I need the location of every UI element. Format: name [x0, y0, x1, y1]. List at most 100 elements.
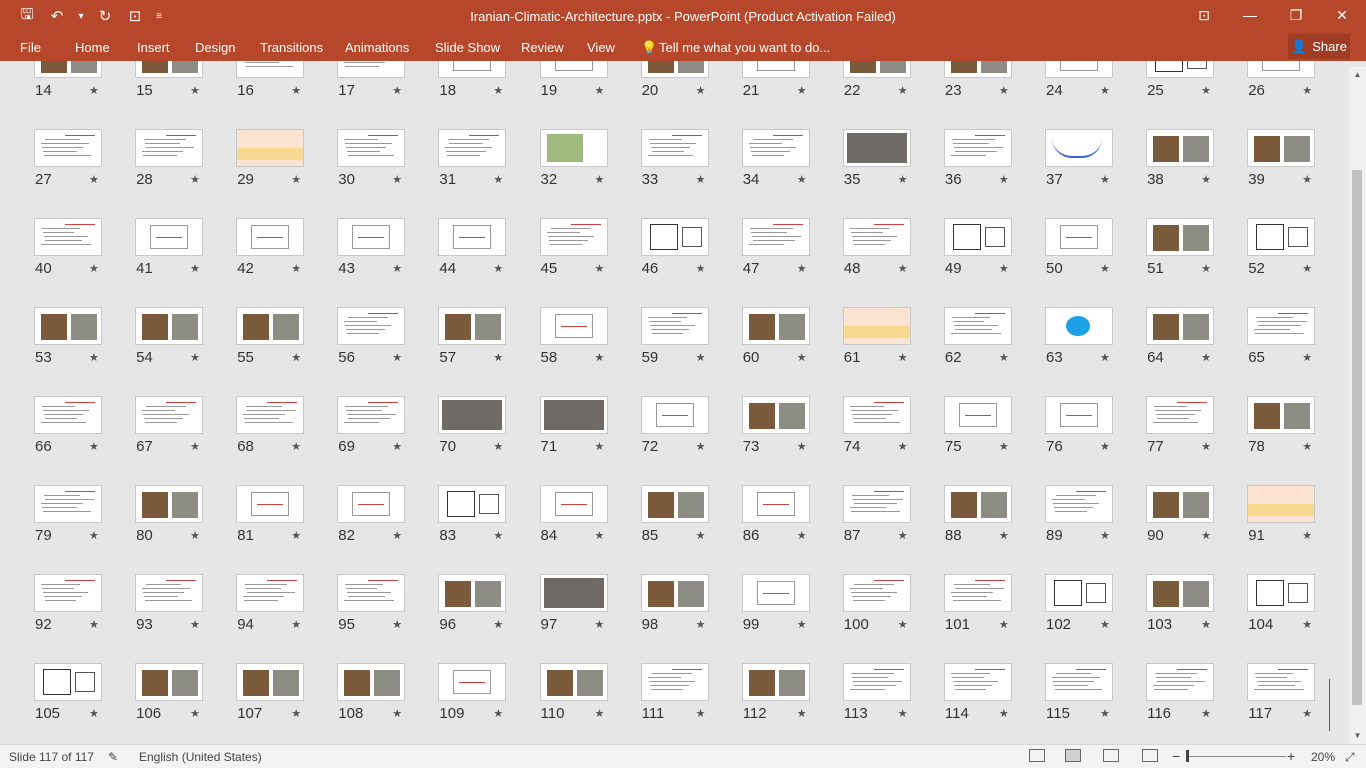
slide-thumbnail[interactable]: 82 ★: [303, 482, 406, 571]
slide-thumbnail[interactable]: 39 ★: [1213, 126, 1316, 215]
transition-star-icon[interactable]: ★: [797, 84, 807, 97]
slide-thumbnail[interactable]: 42 ★: [202, 215, 305, 304]
slide-preview[interactable]: [943, 129, 1012, 167]
transition-star-icon[interactable]: ★: [797, 618, 807, 631]
slide-preview[interactable]: [640, 663, 709, 701]
transition-star-icon[interactable]: ★: [291, 707, 301, 720]
slide-preview[interactable]: [438, 574, 507, 612]
slide-preview[interactable]: [135, 218, 204, 256]
tab-insert[interactable]: Insert: [137, 40, 170, 55]
slide-preview[interactable]: [640, 396, 709, 434]
slide-thumbnail[interactable]: 72 ★: [607, 393, 709, 482]
transition-star-icon[interactable]: ★: [595, 618, 605, 631]
slide-preview[interactable]: [741, 129, 810, 167]
transition-star-icon[interactable]: ★: [696, 440, 706, 453]
slide-preview[interactable]: [337, 396, 406, 434]
transition-star-icon[interactable]: ★: [190, 707, 200, 720]
slide-thumbnail[interactable]: 31 ★: [404, 126, 507, 215]
transition-star-icon[interactable]: ★: [696, 351, 706, 364]
slide-preview[interactable]: [943, 663, 1012, 701]
slide-preview[interactable]: [1247, 485, 1316, 523]
slide-preview[interactable]: [34, 61, 102, 78]
slide-preview[interactable]: [741, 485, 810, 523]
slide-preview[interactable]: [438, 129, 507, 167]
slide-preview[interactable]: [640, 218, 709, 256]
transition-star-icon[interactable]: ★: [696, 173, 706, 186]
zoom-slider[interactable]: [1186, 756, 1286, 757]
transition-star-icon[interactable]: ★: [1302, 351, 1312, 364]
slide-thumbnail[interactable]: 41 ★: [101, 215, 204, 304]
transition-star-icon[interactable]: ★: [999, 173, 1009, 186]
minimize-icon[interactable]: —: [1227, 0, 1273, 30]
transition-star-icon[interactable]: ★: [291, 618, 301, 631]
transition-star-icon[interactable]: ★: [1100, 529, 1110, 542]
slide-preview[interactable]: [640, 307, 709, 345]
transition-star-icon[interactable]: ★: [1100, 707, 1110, 720]
slide-thumbnail[interactable]: 116 ★: [1112, 660, 1215, 744]
transition-star-icon[interactable]: ★: [696, 262, 706, 275]
transition-star-icon[interactable]: ★: [190, 618, 200, 631]
reading-view-icon[interactable]: [1103, 749, 1119, 762]
slide-preview[interactable]: [438, 218, 507, 256]
slide-preview[interactable]: [337, 129, 406, 167]
slide-preview[interactable]: [640, 61, 709, 78]
transition-star-icon[interactable]: ★: [89, 529, 99, 542]
slide-thumbnail[interactable]: 105 ★: [0, 660, 102, 744]
transition-star-icon[interactable]: ★: [190, 440, 200, 453]
transition-star-icon[interactable]: ★: [999, 529, 1009, 542]
transition-star-icon[interactable]: ★: [1201, 529, 1211, 542]
slide-thumbnail[interactable]: 21 ★: [708, 61, 810, 126]
slide-thumbnail[interactable]: 75 ★: [910, 393, 1012, 482]
transition-star-icon[interactable]: ★: [696, 84, 706, 97]
slide-thumbnail[interactable]: 92 ★: [0, 571, 102, 660]
transition-star-icon[interactable]: ★: [89, 618, 99, 631]
slide-thumbnail[interactable]: 97 ★: [506, 571, 608, 660]
slide-preview[interactable]: [34, 396, 102, 434]
slide-thumbnail[interactable]: 28 ★: [101, 126, 204, 215]
transition-star-icon[interactable]: ★: [89, 262, 99, 275]
slide-thumbnail[interactable]: 15 ★: [101, 61, 204, 126]
transition-star-icon[interactable]: ★: [291, 440, 301, 453]
transition-star-icon[interactable]: ★: [595, 84, 605, 97]
transition-star-icon[interactable]: ★: [696, 618, 706, 631]
slide-thumbnail[interactable]: 73 ★: [708, 393, 810, 482]
slide-preview[interactable]: [539, 574, 608, 612]
slide-preview[interactable]: [337, 218, 406, 256]
slide-thumbnail[interactable]: 20 ★: [607, 61, 709, 126]
slide-thumbnail[interactable]: 54 ★: [101, 304, 204, 393]
slide-preview[interactable]: [842, 574, 911, 612]
transition-star-icon[interactable]: ★: [595, 351, 605, 364]
normal-view-icon[interactable]: [1029, 749, 1045, 762]
slide-preview[interactable]: [135, 485, 204, 523]
slide-show-view-icon[interactable]: [1142, 749, 1158, 762]
slide-preview[interactable]: [236, 61, 305, 78]
slide-thumbnail[interactable]: 93 ★: [101, 571, 204, 660]
slide-preview[interactable]: [438, 663, 507, 701]
slide-preview[interactable]: [438, 307, 507, 345]
transition-star-icon[interactable]: ★: [1201, 618, 1211, 631]
transition-star-icon[interactable]: ★: [89, 173, 99, 186]
slide-preview[interactable]: [1146, 663, 1215, 701]
slide-thumbnail[interactable]: 114 ★: [910, 660, 1012, 744]
slide-thumbnail[interactable]: 80 ★: [101, 482, 204, 571]
transition-star-icon[interactable]: ★: [696, 707, 706, 720]
slide-thumbnail[interactable]: 69 ★: [303, 393, 406, 482]
slide-preview[interactable]: [236, 218, 305, 256]
fit-to-window-icon[interactable]: ⤢: [1345, 750, 1355, 765]
slide-preview[interactable]: [135, 663, 204, 701]
slide-thumbnail[interactable]: 14 ★: [0, 61, 102, 126]
transition-star-icon[interactable]: ★: [392, 351, 402, 364]
slide-thumbnail[interactable]: 113 ★: [809, 660, 911, 744]
slide-thumbnail[interactable]: 64 ★: [1112, 304, 1215, 393]
transition-star-icon[interactable]: ★: [190, 529, 200, 542]
tab-slide-show[interactable]: Slide Show: [435, 40, 500, 55]
transition-star-icon[interactable]: ★: [595, 707, 605, 720]
slide-thumbnail[interactable]: 103 ★: [1112, 571, 1215, 660]
transition-star-icon[interactable]: ★: [898, 529, 908, 542]
transition-star-icon[interactable]: ★: [291, 351, 301, 364]
slide-preview[interactable]: [640, 485, 709, 523]
tab-home[interactable]: Home: [75, 40, 110, 55]
transition-star-icon[interactable]: ★: [190, 351, 200, 364]
slide-preview[interactable]: [842, 307, 911, 345]
slide-thumbnail[interactable]: 43 ★: [303, 215, 406, 304]
